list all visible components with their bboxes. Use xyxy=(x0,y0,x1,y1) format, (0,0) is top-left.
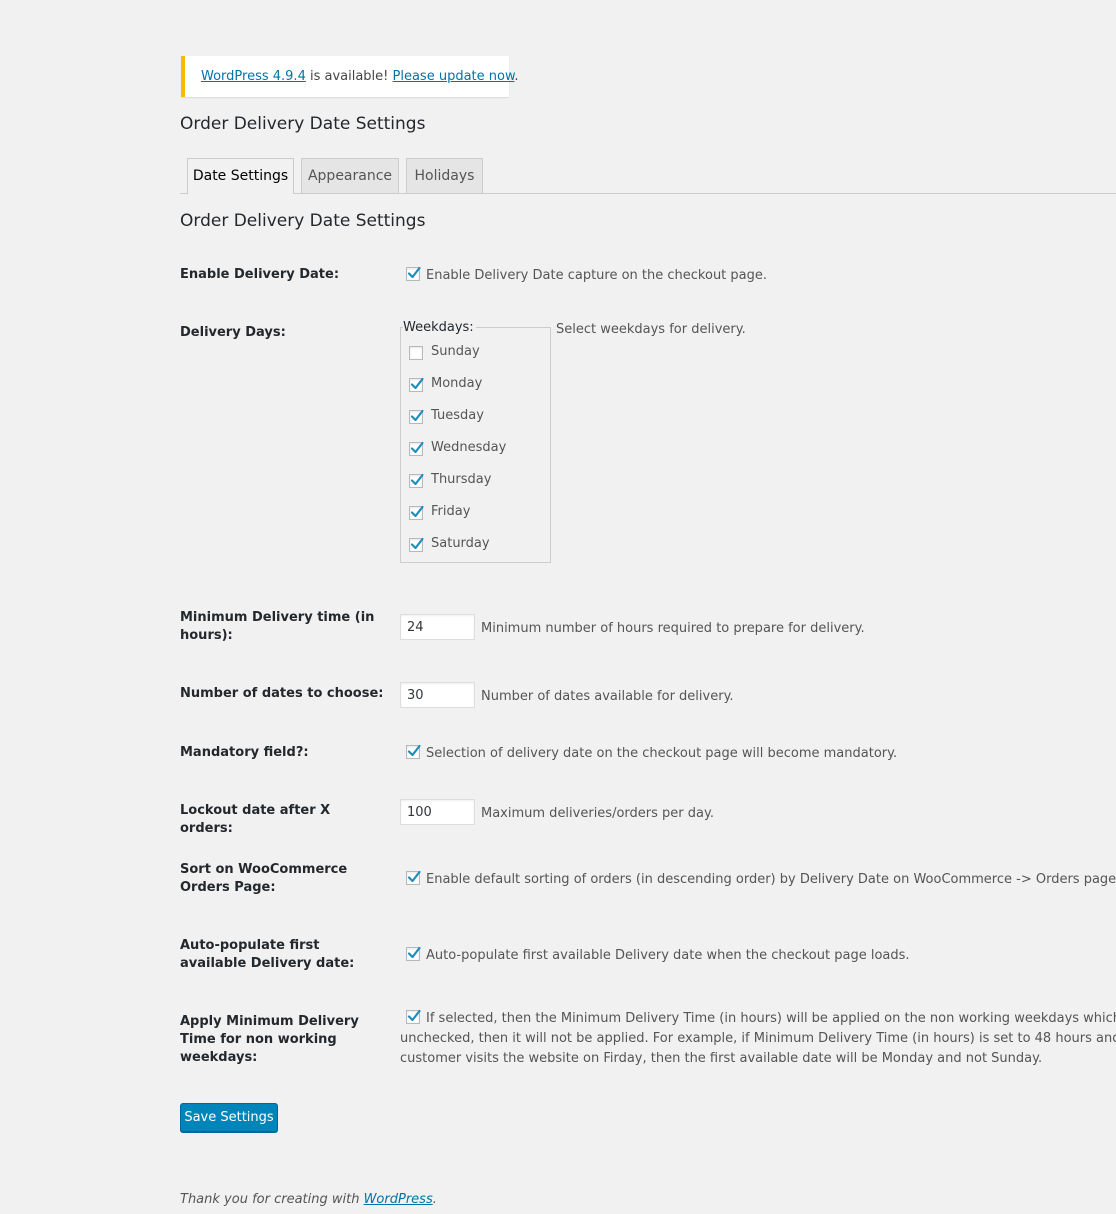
friday-label: Friday xyxy=(431,504,471,519)
monday-label: Monday xyxy=(431,376,483,391)
auto-populate-checkbox[interactable] xyxy=(406,946,421,961)
min-delivery-time-description: Minimum number of hours required to prep… xyxy=(481,621,865,636)
sort-orders-label: Sort on WooCommerce Orders Page: xyxy=(180,862,348,895)
enable-delivery-description: Enable Delivery Date capture on the chec… xyxy=(426,268,768,283)
apply-min-time-description-line: customer visits the website on Firday, t… xyxy=(400,1051,1043,1066)
auto-populate-description: Auto-populate first available Delivery d… xyxy=(426,948,910,963)
apply-min-time-description: If selected, then the Minimum Delivery T… xyxy=(400,1009,1116,1071)
lockout-input[interactable] xyxy=(400,799,475,825)
monday-checkbox[interactable] xyxy=(409,377,424,392)
checkmark-icon xyxy=(410,505,424,518)
checkmark-icon xyxy=(407,266,421,279)
saturday-checkbox[interactable] xyxy=(409,537,424,552)
min-delivery-time-label: Minimum Delivery time (in hours): xyxy=(180,610,375,643)
section-title: Order Delivery Date Settings xyxy=(180,211,426,231)
page-title: Order Delivery Date Settings xyxy=(180,114,426,134)
tab-holidays[interactable]: Holidays xyxy=(406,158,483,193)
checkmark-icon xyxy=(410,377,424,390)
footer-text: Thank you for creating with xyxy=(180,1192,364,1207)
checkmark-icon xyxy=(410,473,424,486)
wednesday-label: Wednesday xyxy=(431,440,507,455)
delivery-days-label: Delivery Days: xyxy=(180,325,286,340)
checkmark-icon xyxy=(410,441,424,454)
lockout-label: Lockout date after X orders: xyxy=(180,803,331,836)
checkmark-icon xyxy=(407,946,421,959)
thursday-checkbox[interactable] xyxy=(409,473,424,488)
wednesday-checkbox[interactable] xyxy=(409,441,424,456)
notice-end: . xyxy=(514,69,519,84)
mandatory-checkbox[interactable] xyxy=(406,744,421,759)
mandatory-label: Mandatory field?: xyxy=(180,745,309,760)
checkmark-icon xyxy=(407,744,421,757)
checkmark-icon xyxy=(410,409,424,422)
apply-min-time-label: Apply Minimum Delivery Time for non work… xyxy=(180,1014,359,1065)
enable-delivery-checkbox[interactable] xyxy=(406,266,421,281)
enable-delivery-label: Enable Delivery Date: xyxy=(180,267,340,282)
tuesday-checkbox[interactable] xyxy=(409,409,424,424)
wordpress-version-link[interactable]: WordPress 4.9.4 xyxy=(201,69,306,84)
update-now-link[interactable]: Please update now xyxy=(393,69,515,84)
lockout-description: Maximum deliveries/orders per day. xyxy=(481,806,714,821)
saturday-label: Saturday xyxy=(431,536,490,551)
save-settings-button[interactable]: Save Settings xyxy=(180,1103,278,1132)
num-dates-input[interactable] xyxy=(400,682,475,708)
apply-min-time-description-line: If selected, then the Minimum Delivery T… xyxy=(426,1011,1116,1026)
checkmark-icon xyxy=(407,870,421,883)
footer-wordpress-link[interactable]: WordPress xyxy=(364,1192,433,1207)
auto-populate-label: Auto-populate first available Delivery d… xyxy=(180,938,355,971)
footer-end: . xyxy=(432,1192,437,1207)
num-dates-description: Number of dates available for delivery. xyxy=(481,689,734,704)
weekdays-legend: Weekdays: xyxy=(403,320,476,336)
notice-text: is available! xyxy=(305,69,393,84)
apply-min-time-description-line: unchecked, then it will not be applied. … xyxy=(400,1031,1116,1046)
min-delivery-time-input[interactable] xyxy=(400,614,475,640)
admin-footer: Thank you for creating with WordPress. xyxy=(180,1192,437,1208)
update-notice: WordPress 4.9.4 is available! Please upd… xyxy=(181,56,519,97)
sort-orders-description: Enable default sorting of orders (in des… xyxy=(426,872,1116,887)
checkmark-icon xyxy=(410,537,424,550)
mandatory-description: Selection of delivery date on the checko… xyxy=(426,746,898,761)
tuesday-label: Tuesday xyxy=(431,408,484,423)
tab-date-settings[interactable]: Date Settings xyxy=(187,158,294,194)
sunday-label: Sunday xyxy=(431,344,480,359)
tab-appearance[interactable]: Appearance xyxy=(301,158,399,193)
num-dates-label: Number of dates to choose: xyxy=(180,686,384,701)
delivery-days-description: Select weekdays for delivery. xyxy=(556,322,746,337)
friday-checkbox[interactable] xyxy=(409,505,424,520)
sunday-checkbox[interactable] xyxy=(409,346,423,360)
tabs-divider xyxy=(180,193,1116,194)
sort-orders-checkbox[interactable] xyxy=(406,870,421,885)
thursday-label: Thursday xyxy=(431,472,492,487)
